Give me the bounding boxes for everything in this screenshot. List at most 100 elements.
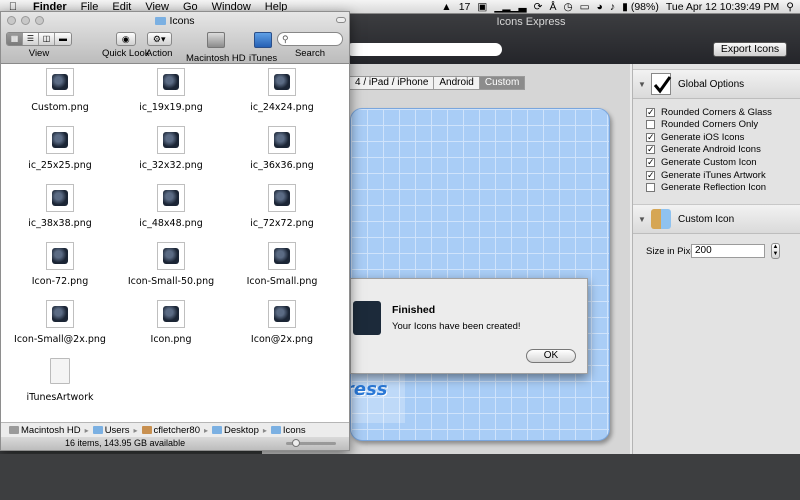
file-name[interactable]: ic_38x38.png [5,218,115,229]
icon-view-icon[interactable]: ▦ [7,33,23,45]
drive-icon[interactable]: ▣ [477,0,487,14]
file-name[interactable]: ic_72x72.png [227,218,337,229]
app-version-status[interactable]: 17 [459,0,471,14]
ok-button[interactable]: OK [526,349,576,363]
file-item[interactable]: Custom.png [5,68,115,113]
path-item-desktop[interactable]: Desktop [212,425,259,436]
size-in-pixels-field[interactable]: 200 [691,244,765,258]
icon-size-slider[interactable] [286,439,336,447]
quick-look-button[interactable]: ◉ [115,32,136,46]
file-item[interactable]: Icon@2x.png [227,300,337,345]
battery-status[interactable]: ▮ (98%) [622,0,659,14]
custom-icon-header[interactable]: ▼ Custom Icon [633,204,800,234]
export-icons-button[interactable]: Export Icons [713,42,787,57]
file-item[interactable]: Icon-72.png [5,242,115,287]
png-file-icon[interactable] [46,300,74,328]
option-checkbox[interactable]: ✓ [646,145,655,155]
bluetooth-icon[interactable]: Å [549,0,556,14]
file-item[interactable]: ic_24x24.png [227,68,337,113]
volume-icon[interactable]: ♪ [610,0,615,14]
wifi-icon[interactable]: ◕ [597,0,603,14]
spotlight-icon[interactable]: ⚲ [786,0,794,14]
tab-custom[interactable]: Custom [479,77,525,89]
slider-knob[interactable] [292,439,300,447]
option-row[interactable]: ✓ Generate iTunes Artwork [646,169,766,181]
itunes-folder-icon[interactable] [254,32,273,48]
png-file-icon[interactable] [268,242,296,270]
file-item[interactable]: ic_36x36.png [227,126,337,171]
option-checkbox[interactable]: ✓ [646,170,655,180]
option-checkbox[interactable]: ✓ [646,107,655,117]
option-row[interactable]: ✓ Generate Custom Icon [646,156,757,168]
option-row[interactable]: ✓ Rounded Corners & Glass [646,106,772,118]
path-item-home[interactable]: cfletcher80 [141,425,200,436]
file-name[interactable]: Icon-Small.png [227,276,337,287]
disclosure-triangle-icon[interactable]: ▼ [638,215,646,224]
file-name[interactable]: Icon@2x.png [227,334,337,345]
option-row[interactable]: ✓ Generate Android Icons [646,144,761,156]
global-options-header[interactable]: ▼ Global Options [633,69,800,99]
file-name[interactable]: Custom.png [5,102,115,113]
display-icon[interactable]: ▭ [580,0,590,14]
png-file-icon[interactable] [157,68,185,96]
file-item[interactable]: ic_38x38.png [5,184,115,229]
file-name[interactable]: Icon-72.png [5,276,115,287]
file-name[interactable]: iTunesArtwork [5,392,115,403]
file-item[interactable]: ic_48x48.png [116,184,226,229]
search-input[interactable]: ⚲ [277,32,343,46]
file-item[interactable]: Icon-Small@2x.png [5,300,115,345]
file-name[interactable]: ic_32x32.png [116,160,226,171]
png-file-icon[interactable] [46,184,74,212]
png-file-icon[interactable] [46,126,74,154]
document-icon[interactable] [46,358,74,386]
file-item[interactable]: Icon.png [116,300,226,345]
file-name[interactable]: Icon-Small-50.png [116,276,226,287]
file-item[interactable]: ic_32x32.png [116,126,226,171]
hard-drive-icon[interactable] [206,32,225,48]
path-item-icons[interactable]: Icons [270,425,306,436]
file-name[interactable]: ic_25x25.png [5,160,115,171]
option-row[interactable]: Rounded Corners Only [646,119,758,131]
option-row[interactable]: Generate Reflection Icon [646,182,766,194]
option-row[interactable]: ✓ Generate iOS Icons [646,131,744,143]
png-file-icon[interactable] [157,126,185,154]
option-checkbox[interactable]: ✓ [646,157,655,167]
path-item-macintosh-hd[interactable]: Macintosh HD [9,425,81,436]
sync-icon[interactable]: ⟳ [534,0,543,14]
activity-graph-icon[interactable]: ▁▂▁▃ [494,0,526,14]
png-file-icon[interactable] [46,68,74,96]
option-checkbox[interactable]: ✓ [646,132,655,142]
path-item-users[interactable]: Users [92,425,130,436]
png-file-icon[interactable] [157,184,185,212]
file-name[interactable]: ic_24x24.png [227,102,337,113]
itunes-control[interactable]: iTunes [249,32,277,64]
column-view-icon[interactable]: ◫ [39,33,55,45]
png-file-icon[interactable] [268,126,296,154]
file-item[interactable]: Icon-Small-50.png [116,242,226,287]
list-view-icon[interactable]: ☰ [23,33,39,45]
png-file-icon[interactable] [268,68,296,96]
size-stepper[interactable]: ▲ ▼ [771,243,780,259]
file-item[interactable]: Icon-Small.png [227,242,337,287]
png-file-icon[interactable] [268,300,296,328]
png-file-icon[interactable] [46,242,74,270]
png-file-icon[interactable] [157,242,185,270]
file-name[interactable]: ic_19x19.png [116,102,226,113]
file-item[interactable]: iTunesArtwork [5,358,115,403]
file-name[interactable]: ic_36x36.png [227,160,337,171]
toolbar-toggle-button[interactable] [336,17,346,23]
png-file-icon[interactable] [268,184,296,212]
option-checkbox[interactable] [646,120,655,130]
tab-android[interactable]: Android [434,77,480,89]
disclosure-triangle-icon[interactable]: ▼ [638,80,646,89]
file-name[interactable]: ic_48x48.png [116,218,226,229]
option-checkbox[interactable] [646,183,655,193]
time-machine-icon[interactable]: ◷ [563,0,572,14]
adobe-icon[interactable]: ▲ [441,0,451,14]
tab-ios[interactable]: 4 / iPad / iPhone [350,77,435,89]
macintosh-hd-control[interactable]: Macintosh HD [186,32,246,64]
file-name[interactable]: Icon.png [116,334,226,345]
file-item[interactable]: ic_19x19.png [116,68,226,113]
file-item[interactable]: ic_25x25.png [5,126,115,171]
file-item[interactable]: ic_72x72.png [227,184,337,229]
